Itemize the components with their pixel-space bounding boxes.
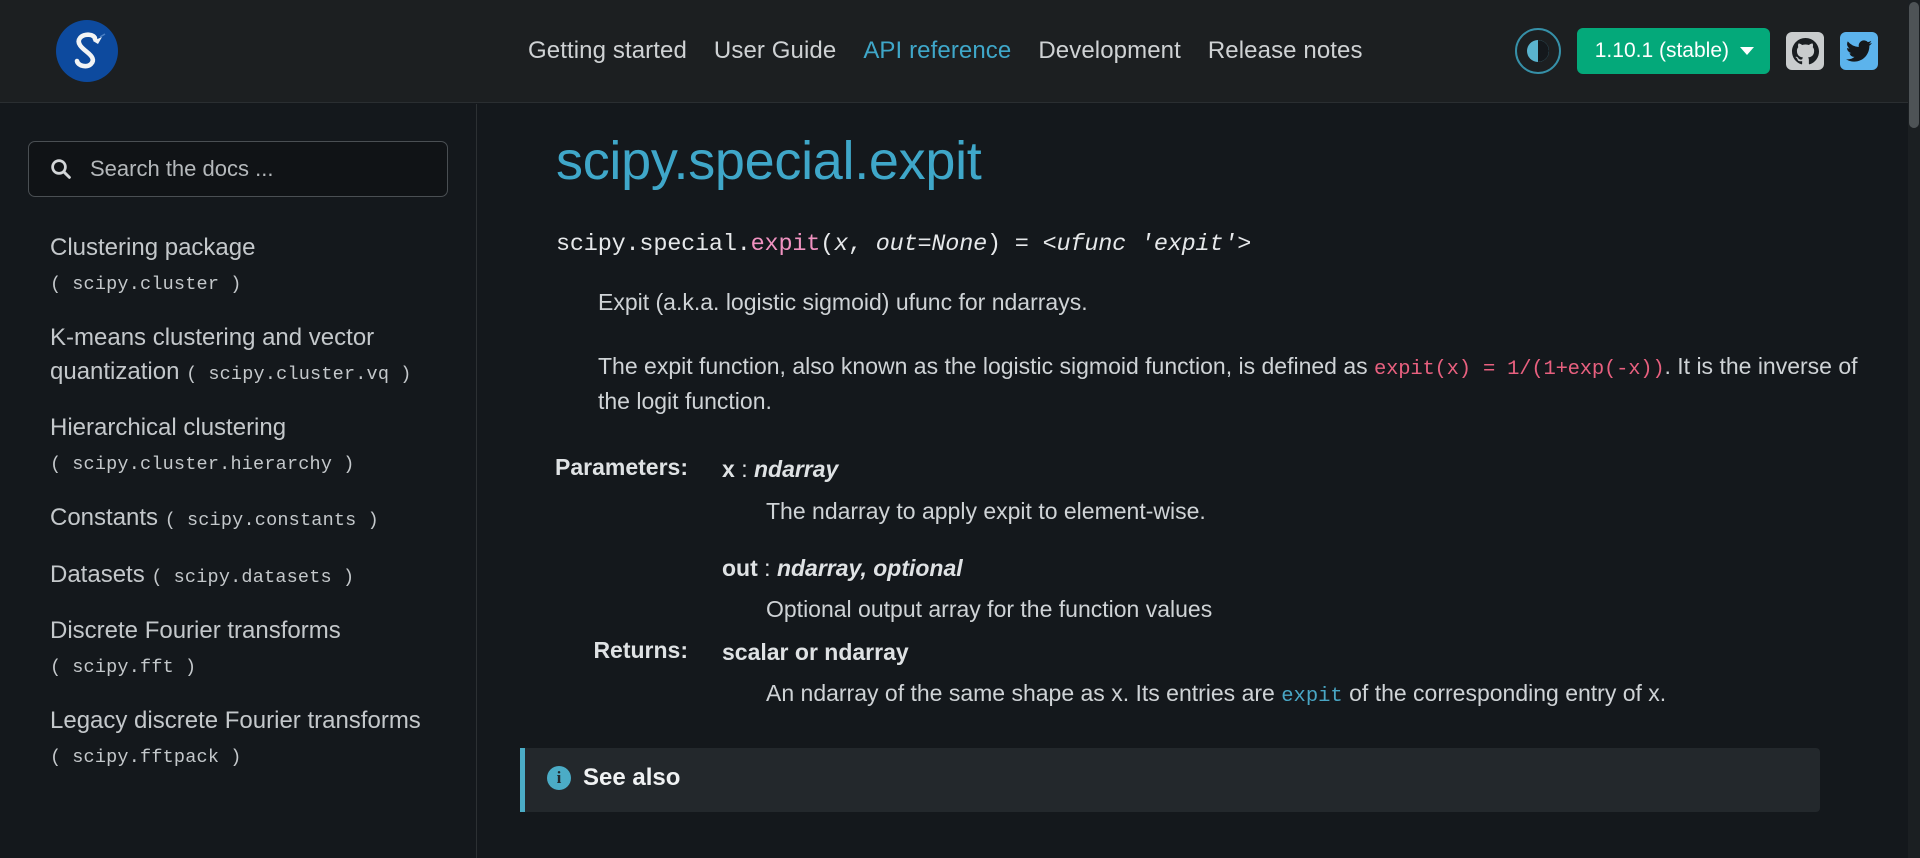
nav-link-user-guide[interactable]: User Guide (714, 35, 836, 67)
chevron-down-icon (1740, 47, 1754, 55)
parameter-separator: : (764, 554, 771, 581)
returns-label: Returns: (593, 636, 688, 663)
return-description-text-2: of the corresponding entry of x. (1342, 680, 1667, 707)
logo-container[interactable] (0, 0, 478, 103)
parameter-name: x (722, 456, 735, 483)
summary-paragraph: Expit (a.k.a. logistic sigmoid) ufunc fo… (598, 289, 1088, 316)
sidebar-item-constants[interactable]: Constants ( scipy.constants ) (50, 501, 448, 535)
sidebar-item-module: ( scipy.cluster ) (50, 274, 242, 296)
return-value: scalar or ndarray An ndarray of the same… (722, 635, 1908, 712)
sidebar-item-datasets[interactable]: Datasets ( scipy.datasets ) (50, 558, 448, 592)
signature-open-paren: ( (820, 231, 835, 259)
search-icon (51, 159, 71, 179)
scipy-logo[interactable] (56, 20, 118, 82)
return-description: An ndarray of the same shape as x. Its e… (766, 677, 1908, 712)
parameter-name: out (722, 554, 758, 581)
return-type: scalar or ndarray (722, 638, 909, 665)
parameter-out: out : ndarray, optional Optional output … (722, 551, 1908, 627)
description-text-1: The expit function, also known as the lo… (598, 352, 1375, 379)
signature-arg-x: x (834, 231, 848, 259)
sidebar-item-module: ( scipy.cluster.hierarchy ) (50, 454, 355, 476)
sidebar-item-label: Clustering package (50, 234, 256, 261)
description-paragraph: The expit function, also known as the lo… (598, 350, 1888, 419)
return-header: scalar or ndarray (722, 635, 1908, 670)
twitter-icon[interactable] (1840, 32, 1878, 70)
parameter-x: x : ndarray The ndarray to apply expit t… (722, 452, 1908, 528)
sidebar-item-hierarchical-clustering[interactable]: Hierarchical clustering ( scipy.cluster.… (50, 411, 448, 479)
github-icon[interactable] (1786, 32, 1824, 70)
signature-close-paren: ) (987, 231, 1001, 259)
main-content: scipy.special.expit scipy.special.expit(… (478, 104, 1908, 858)
parameter-description: The ndarray to apply expit to element-wi… (766, 497, 1206, 524)
info-icon: i (547, 766, 571, 791)
sidebar-item-module: ( scipy.datasets ) (151, 566, 355, 588)
top-navbar: Getting started User Guide API reference… (0, 0, 1908, 103)
sidebar-item-discrete-fourier-transforms[interactable]: Discrete Fourier transforms ( scipy.fft … (50, 614, 448, 682)
theme-half-circle (1526, 40, 1549, 62)
page-title: scipy.special.expit (556, 131, 982, 191)
sidebar-item-module: ( scipy.fftpack ) (50, 746, 242, 768)
page-scrollbar[interactable] (1908, 0, 1920, 858)
inline-code-expit-formula: expit(x) = 1/(1+exp(-x)) (1374, 357, 1665, 381)
sidebar-item-label: Constants (50, 504, 159, 532)
nav-link-api-reference[interactable]: API reference (863, 35, 1011, 67)
navbar-actions: 1.10.1 (stable) (1514, 28, 1908, 74)
sidebar-item-label: Datasets (50, 560, 145, 588)
nav-link-getting-started[interactable]: Getting started (528, 35, 687, 67)
sidebar-item-label: Legacy discrete Fourier transforms (50, 706, 421, 734)
parameter-header: out : ndarray, optional (722, 551, 1908, 586)
function-signature: scipy.special.expit(x, out=None) = <ufun… (556, 231, 1908, 258)
parameter-description: Optional output array for the function v… (766, 596, 1213, 623)
parameter-separator: : (741, 456, 748, 483)
version-switcher-button[interactable]: 1.10.1 (stable) (1576, 28, 1770, 74)
field-list: Parameters: x : ndarray The ndarray to a… (478, 452, 1908, 712)
sidebar-toc: Clustering package ( scipy.cluster ) K-m… (0, 231, 476, 772)
version-label: 1.10.1 (stable) (1594, 39, 1729, 62)
see-also-admonition: i See also (520, 748, 1820, 813)
signature-comma: , (847, 231, 876, 259)
signature-name: expit (750, 231, 821, 259)
theme-toggle-icon[interactable] (1514, 28, 1561, 74)
nav-links: Getting started User Guide API reference… (528, 35, 1363, 67)
scrollbar-thumb[interactable] (1909, 2, 1919, 128)
sidebar-item-clustering-package[interactable]: Clustering package ( scipy.cluster ) (50, 231, 448, 299)
signature-arg-out: out=None (875, 231, 987, 259)
return-description-text-1: An ndarray of the same shape as x. Its e… (766, 680, 1282, 707)
parameters-body: x : ndarray The ndarray to apply expit t… (706, 452, 1908, 626)
sidebar: Search the docs ... Clustering package (… (0, 104, 477, 858)
sidebar-item-module: ( scipy.constants ) (164, 510, 379, 532)
parameter-type: ndarray, optional (776, 554, 963, 581)
see-also-title-row: i See also (547, 764, 1796, 792)
search-input[interactable]: Search the docs ... (28, 141, 448, 197)
signature-equals: = (1000, 231, 1043, 259)
parameters-label: Parameters: (555, 454, 688, 481)
sidebar-item-label: Discrete Fourier transforms (50, 616, 341, 644)
parameters-row: Parameters: x : ndarray The ndarray to a… (478, 452, 1908, 626)
signature-prefix: scipy.special. (556, 231, 751, 259)
nav-link-release-notes[interactable]: Release notes (1208, 35, 1363, 67)
returns-body: scalar or ndarray An ndarray of the same… (706, 635, 1908, 712)
returns-row: Returns: scalar or ndarray An ndarray of… (478, 635, 1908, 712)
inline-link-expit[interactable]: expit (1281, 685, 1343, 708)
parameter-header: x : ndarray (722, 452, 1908, 487)
parameter-type: ndarray (753, 456, 839, 483)
sidebar-item-kmeans-clustering[interactable]: K-means clustering and vector quantizati… (50, 321, 448, 389)
sidebar-item-label: Hierarchical clustering (50, 414, 287, 442)
sidebar-item-module: ( scipy.cluster.vq ) (186, 364, 412, 386)
sidebar-item-module: ( scipy.fft ) (50, 656, 197, 678)
sidebar-item-legacy-discrete-fourier-transforms[interactable]: Legacy discrete Fourier transforms ( sci… (50, 704, 448, 772)
signature-ufunc: <ufunc 'expit'> (1042, 231, 1252, 259)
nav-link-development[interactable]: Development (1038, 35, 1181, 67)
search-placeholder: Search the docs ... (90, 156, 274, 181)
see-also-title: See also (583, 764, 681, 792)
